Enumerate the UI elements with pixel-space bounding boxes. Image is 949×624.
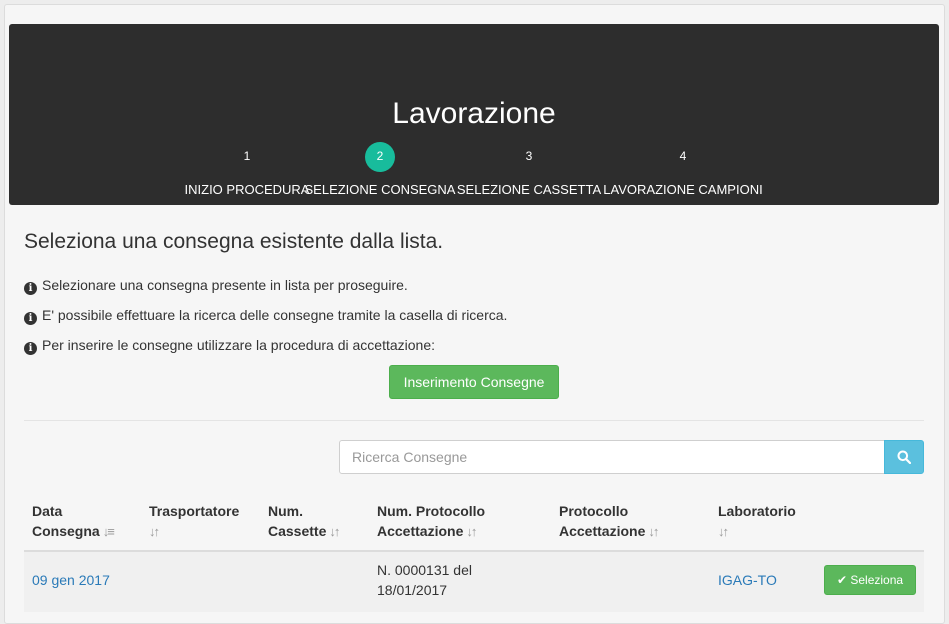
step-number: 1 [243,149,251,163]
cell-data-consegna[interactable]: 09 gen 2017 [32,570,110,590]
search-button[interactable] [884,440,924,474]
sort-desc-icon: ↓≡ [102,524,115,539]
column-header-data-consegna[interactable]: Data Consegna ↓≡ [32,501,115,542]
column-header-protocollo[interactable]: Protocollo Accettazione ↓↑ [559,501,659,542]
step-number-active: 2 [365,142,395,172]
info-line: i Per inserire le consegne utilizzare la … [24,336,435,355]
divider [24,420,924,421]
search-group [339,440,924,474]
info-icon: i [24,282,37,295]
column-header-trasportatore[interactable]: Trasportatore ↓↑ [149,501,239,542]
column-header-laboratorio[interactable]: Laboratorio ↓↑ [718,501,796,542]
step-label: SELEZIONE CONSEGNA [304,182,456,197]
page-title: Lavorazione [392,97,556,130]
wizard-step-2: 2 SELEZIONE CONSEGNA [300,142,460,197]
insert-deliveries-button[interactable]: Inserimento Consegne [389,365,559,399]
wizard-header: Lavorazione 1 INIZIO PROCEDURA 2 SELEZIO… [9,24,939,205]
sort-icon: ↓↑ [329,524,340,539]
info-icon: i [24,312,37,325]
step-label: LAVORAZIONE CAMPIONI [603,182,763,197]
step-number: 3 [525,149,533,163]
sort-icon: ↓↑ [718,524,729,539]
wizard-step-3: 3 SELEZIONE CASSETTA [449,142,609,197]
section-heading: Seleziona una consegna esistente dalla l… [24,230,444,253]
step-number: 4 [679,149,687,163]
info-line: i Selezionare una consegna presente in li… [24,276,408,295]
sort-icon: ↓↑ [648,524,659,539]
search-icon [897,450,911,464]
table-row [24,552,924,612]
column-header-num-cassette[interactable]: Num. Cassette ↓↑ [268,501,340,542]
cell-laboratorio[interactable]: IGAG-TO [718,570,777,590]
check-icon: ✔ [836,573,847,587]
step-label: SELEZIONE CASSETTA [456,182,602,197]
wizard-step-4: 4 LAVORAZIONE CAMPIONI [603,142,763,197]
sort-icon: ↓↑ [149,524,160,539]
column-header-num-protocollo[interactable]: Num. Protocollo Accettazione ↓↑ [377,501,485,542]
sort-icon: ↓↑ [466,524,477,539]
search-input[interactable] [339,440,885,474]
info-icon: i [24,342,37,355]
select-button[interactable]: ✔ Seleziona [824,565,916,595]
info-line: i E' possibile effettuare la ricerca dell… [24,306,507,325]
cell-num-protocollo: N. 0000131 del 18/01/2017 [377,562,472,598]
